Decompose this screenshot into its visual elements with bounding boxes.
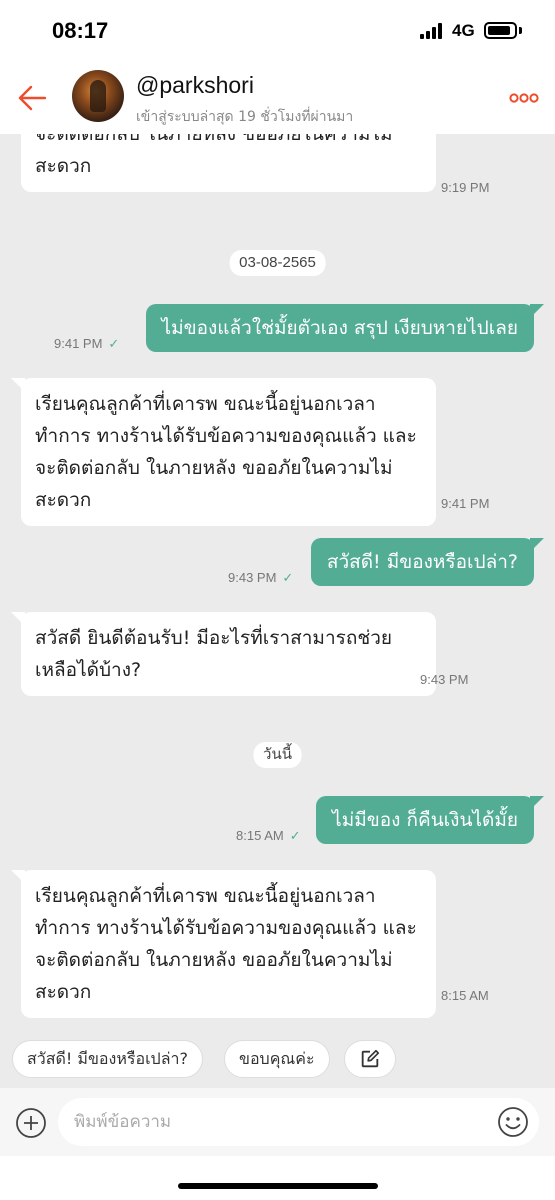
battery-tip: [519, 27, 522, 34]
message-time: 9:41 PM: [54, 336, 103, 351]
message-text: เรียนคุณลูกค้าที่เคารพ ขณะนี้อยู่นอกเวลา…: [35, 393, 417, 511]
more-icon[interactable]: [509, 92, 539, 104]
chat-message-list[interactable]: จะติดต่อกลับ ในภายหลัง ขออภัยในความไม่สะ…: [0, 134, 555, 1030]
message-time: 9:19 PM: [441, 180, 490, 195]
avatar[interactable]: [72, 70, 124, 122]
message-time-row: 8:15 AM ✓: [236, 828, 301, 844]
message-text: สวัสดี ยินดีต้อนรับ! มีอะไรที่เราสามารถช…: [35, 627, 393, 681]
incoming-message: เรียนคุณลูกค้าที่เคารพ ขณะนี้อยู่นอกเวลา…: [11, 378, 436, 526]
message-time: 8:15 AM: [236, 828, 284, 843]
chat-header: @parkshori เข้าสู่ระบบล่าสุด 19 ชั่วโมงท…: [0, 62, 555, 134]
message-text: สวัสดี! มีของหรือเปล่า?: [326, 551, 518, 573]
home-indicator[interactable]: [178, 1183, 378, 1189]
signal-icon: [420, 23, 444, 39]
network-label: 4G: [452, 21, 475, 40]
message-input[interactable]: [58, 1098, 539, 1146]
incoming-message: จะติดต่อกลับ ในภายหลัง ขออภัยในความไม่สะ…: [21, 134, 436, 192]
outgoing-message: สวัสดี! มีของหรือเปล่า?: [310, 538, 545, 586]
quick-reply-chip[interactable]: สวัสดี! มีของหรือเปล่า?: [12, 1040, 203, 1078]
date-separator: วันนี้: [253, 742, 302, 768]
emoji-icon[interactable]: [497, 1106, 529, 1138]
last-seen-status: เข้าสู่ระบบล่าสุด 19 ชั่วโมงที่ผ่านมา: [136, 109, 354, 125]
read-check-icon: ✓: [108, 336, 120, 351]
date-separator: 03-08-2565: [229, 250, 326, 276]
status-time: 08:17: [52, 18, 109, 43]
edit-quick-replies-button[interactable]: [344, 1040, 396, 1078]
message-time: 9:43 PM: [228, 570, 277, 585]
edit-icon: [361, 1049, 380, 1068]
outgoing-message: ไม่ของแล้วใช่มั้ยตัวเอง สรุป เงียบหายไปเ…: [145, 304, 545, 352]
chat-username[interactable]: @parkshori: [136, 72, 254, 99]
incoming-message: สวัสดี ยินดีต้อนรับ! มีอะไรที่เราสามารถช…: [11, 612, 436, 696]
message-time: 9:41 PM: [441, 496, 490, 511]
message-time-row: 9:41 PM ✓: [54, 336, 119, 352]
message-time: 9:43 PM: [420, 672, 469, 687]
status-bar: 08:17 4G: [0, 0, 555, 62]
back-arrow-icon[interactable]: [16, 82, 48, 114]
message-text: เรียนคุณลูกค้าที่เคารพ ขณะนี้อยู่นอกเวลา…: [35, 885, 417, 1003]
message-text: ไม่ของแล้วใช่มั้ยตัวเอง สรุป เงียบหายไปเ…: [161, 317, 518, 339]
outgoing-message: ไม่มีของ ก็คืนเงินได้มั้ย: [316, 796, 544, 844]
quick-reply-bar: สวัสดี! มีของหรือเปล่า? ขอบคุณค่ะ: [0, 1030, 555, 1088]
incoming-message: เรียนคุณลูกค้าที่เคารพ ขณะนี้อยู่นอกเวลา…: [11, 870, 436, 1018]
message-time-row: 9:43 PM ✓: [228, 570, 293, 586]
read-check-icon: ✓: [282, 570, 294, 585]
read-check-icon: ✓: [289, 828, 301, 843]
message-input-bar: [0, 1088, 555, 1156]
add-icon[interactable]: [15, 1107, 47, 1139]
home-area: [0, 1156, 555, 1200]
message-text: ไม่มีของ ก็คืนเงินได้มั้ย: [332, 809, 518, 831]
message-text: จะติดต่อกลับ ในภายหลัง ขออภัยในความไม่สะ…: [35, 134, 393, 177]
battery-icon: [484, 22, 517, 39]
message-time: 8:15 AM: [441, 988, 489, 1003]
quick-reply-chip[interactable]: ขอบคุณค่ะ: [224, 1040, 330, 1078]
